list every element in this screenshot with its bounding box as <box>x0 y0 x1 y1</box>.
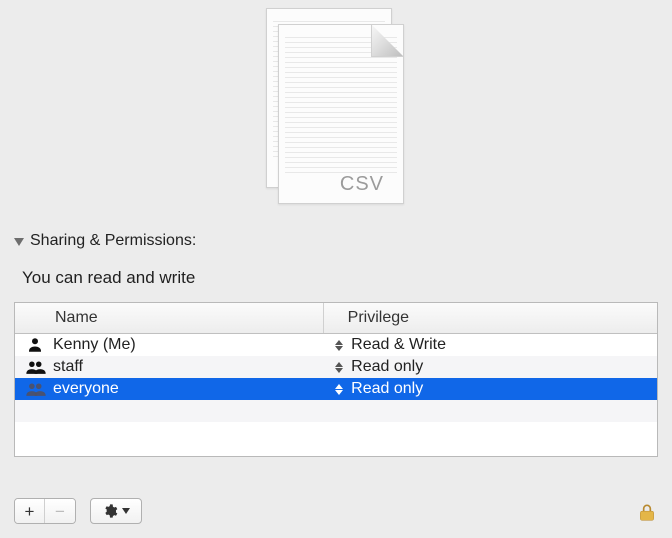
row-name: everyone <box>53 380 119 398</box>
up-down-icon <box>335 382 345 396</box>
file-info-window: CSV Sharing & Permissions: You can read … <box>0 0 672 538</box>
column-header-name[interactable]: Name <box>15 303 323 334</box>
privilege-selector[interactable]: Read & Write <box>333 336 649 354</box>
disclosure-triangle-icon <box>14 238 24 246</box>
privilege-selector[interactable]: Read only <box>333 380 649 398</box>
sharing-permissions-section: Sharing & Permissions: You can read and … <box>14 232 658 457</box>
file-icon: CSV <box>266 8 406 208</box>
section-disclosure[interactable]: Sharing & Permissions: <box>14 232 658 250</box>
group-icon <box>25 380 45 398</box>
section-title: Sharing & Permissions: <box>30 232 196 250</box>
table-row[interactable]: everyone Read only <box>15 378 657 400</box>
person-icon <box>25 336 45 354</box>
gear-icon <box>102 503 118 519</box>
table-row-empty <box>15 422 657 444</box>
file-preview-area: CSV <box>0 8 672 208</box>
table-row-empty <box>15 400 657 422</box>
permissions-table: Name Privilege Kenny (Me) Read & Write sta… <box>14 302 658 457</box>
row-privilege: Read only <box>351 380 423 398</box>
table-row[interactable]: Kenny (Me) Read & Write <box>15 334 657 357</box>
add-button[interactable]: + <box>15 499 45 523</box>
lock-button[interactable] <box>636 498 658 524</box>
group-icon <box>25 358 45 376</box>
remove-button[interactable]: − <box>45 499 75 523</box>
add-remove-segment: + − <box>14 498 76 524</box>
privilege-selector[interactable]: Read only <box>333 358 649 376</box>
row-name: Kenny (Me) <box>53 336 136 354</box>
permission-summary: You can read and write <box>22 268 658 288</box>
up-down-icon <box>335 360 345 374</box>
row-privilege: Read only <box>351 358 423 376</box>
up-down-icon <box>335 338 345 352</box>
file-type-label: CSV <box>340 173 384 196</box>
table-row[interactable]: staff Read only <box>15 356 657 378</box>
action-menu-button[interactable] <box>90 498 142 524</box>
column-header-privilege[interactable]: Privilege <box>323 303 657 334</box>
table-header-row: Name Privilege <box>15 303 657 334</box>
footer-toolbar: + − <box>14 498 658 524</box>
row-privilege: Read & Write <box>351 336 446 354</box>
chevron-down-icon <box>122 508 130 514</box>
row-name: staff <box>53 358 83 376</box>
